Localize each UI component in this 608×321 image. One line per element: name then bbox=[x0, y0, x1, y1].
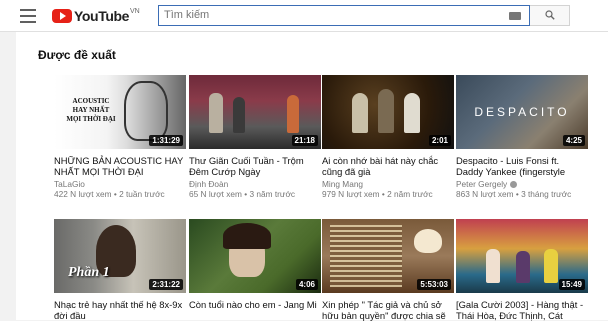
performer-figure bbox=[352, 93, 368, 133]
video-thumbnail[interactable]: Phần 1 2:31:22 bbox=[54, 219, 186, 293]
video-card[interactable]: 2:01 Ai còn nhớ bài hát này chắc cũng đã… bbox=[322, 75, 454, 199]
play-logo-icon bbox=[52, 9, 72, 23]
channel-name[interactable]: Peter Gergely bbox=[456, 179, 588, 189]
top-bar: YouTube VN bbox=[0, 0, 608, 32]
heart-shape bbox=[414, 229, 442, 253]
stage-figure bbox=[233, 97, 245, 133]
video-card[interactable]: 4:06 Còn tuổi nào cho em - Jang Mi bbox=[189, 219, 321, 321]
video-card[interactable]: DESPACITO 4:25 Despacito - Luis Fonsi ft… bbox=[456, 75, 588, 199]
video-title[interactable]: Xin phép " Tác giả và chủ sở hữu bản quy… bbox=[322, 299, 454, 321]
video-title[interactable]: Nhạc trẻ hay nhất thế hệ 8x-9x đời đầu bbox=[54, 299, 186, 321]
verified-icon bbox=[510, 181, 518, 189]
stage-figure bbox=[516, 251, 530, 283]
performer-figure bbox=[404, 93, 420, 133]
video-thumbnail[interactable]: 21:18 bbox=[189, 75, 321, 149]
thumbnail-caption: ACOUSTIC HAY NHẤT MỌI THỜI ĐẠI bbox=[66, 97, 116, 123]
video-thumbnail[interactable]: 5:53:03 bbox=[322, 219, 454, 293]
video-thumbnail[interactable]: 15:49 bbox=[456, 219, 588, 293]
video-card[interactable]: 21:18 Thư Giãn Cuối Tuần - Trộm Đêm Cướp… bbox=[189, 75, 321, 199]
channel-name[interactable]: Định Đoàn bbox=[189, 179, 321, 189]
video-title[interactable]: Còn tuổi nào cho em - Jang Mi bbox=[189, 299, 321, 321]
video-thumbnail[interactable]: 2:01 bbox=[322, 75, 454, 149]
video-duration: 21:18 bbox=[291, 135, 318, 146]
video-meta: 65 N lượt xem • 3 năm trước bbox=[189, 189, 296, 199]
youtube-logo[interactable]: YouTube VN bbox=[52, 8, 140, 24]
video-duration: 4:06 bbox=[295, 279, 318, 290]
guitar-figure bbox=[124, 81, 168, 141]
stage-figure bbox=[486, 249, 500, 283]
search-input[interactable] bbox=[164, 9, 494, 21]
video-card[interactable]: 15:49 [Gala Cười 2003] - Hàng thật - Thá… bbox=[456, 219, 588, 321]
video-title[interactable]: Despacito - Luis Fonsi ft. Daddy Yankee … bbox=[456, 155, 588, 177]
video-title[interactable]: [Gala Cười 2003] - Hàng thật - Thái Hòa,… bbox=[456, 299, 588, 321]
video-meta: 863 N lượt xem • 3 tháng trước bbox=[456, 189, 572, 199]
video-title[interactable]: NHỮNG BẢN ACOUSTIC HAY NHẤT MỌI THỜI ĐẠI bbox=[54, 155, 186, 177]
channel-name[interactable]: TaLaGio bbox=[54, 179, 186, 189]
text-list-panel bbox=[330, 225, 402, 287]
search-box[interactable] bbox=[158, 5, 530, 26]
video-duration: 2:01 bbox=[428, 135, 451, 146]
video-duration: 4:25 bbox=[562, 135, 585, 146]
video-duration: 5:53:03 bbox=[417, 279, 451, 290]
video-thumbnail[interactable]: 4:06 bbox=[189, 219, 321, 293]
video-thumbnail[interactable]: DESPACITO 4:25 bbox=[456, 75, 588, 149]
video-card[interactable]: 5:53:03 Xin phép " Tác giả và chủ sở hữu… bbox=[322, 219, 454, 321]
video-duration: 2:31:22 bbox=[149, 279, 183, 290]
performer-figure bbox=[378, 89, 394, 133]
video-meta: 422 N lượt xem • 2 tuần trước bbox=[54, 189, 165, 199]
video-duration: 15:49 bbox=[558, 279, 585, 290]
video-card[interactable]: Phần 1 2:31:22 Nhạc trẻ hay nhất thế hệ … bbox=[54, 219, 186, 321]
stage-figure bbox=[544, 249, 558, 283]
stage-figure bbox=[209, 93, 223, 133]
video-card[interactable]: ACOUSTIC HAY NHẤT MỌI THỜI ĐẠI 1:31:29 N… bbox=[54, 75, 186, 199]
search-icon bbox=[545, 10, 555, 20]
stage-figure bbox=[287, 95, 299, 133]
search-button[interactable] bbox=[530, 5, 570, 26]
thumbnail-caption: DESPACITO bbox=[474, 105, 570, 119]
hair-shape bbox=[223, 223, 271, 249]
thumbnail-caption: Phần 1 bbox=[68, 265, 110, 280]
video-title[interactable]: Ai còn nhớ bài hát này chắc cũng đã già bbox=[322, 155, 454, 177]
channel-name[interactable]: Ming Mang bbox=[322, 179, 454, 189]
video-meta: 979 N lượt xem • 2 năm trước bbox=[322, 189, 433, 199]
logo-region: VN bbox=[130, 7, 140, 15]
section-title: Được đề xuất bbox=[38, 48, 116, 62]
video-thumbnail[interactable]: ACOUSTIC HAY NHẤT MỌI THỜI ĐẠI 1:31:29 bbox=[54, 75, 186, 149]
keyboard-icon[interactable] bbox=[509, 12, 521, 20]
menu-icon[interactable] bbox=[20, 9, 36, 23]
video-title[interactable]: Thư Giãn Cuối Tuần - Trộm Đêm Cướp Ngày bbox=[189, 155, 321, 177]
channel-name-text: Peter Gergely bbox=[456, 179, 508, 189]
video-duration: 1:31:29 bbox=[149, 135, 183, 146]
logo-text: YouTube bbox=[74, 8, 130, 24]
